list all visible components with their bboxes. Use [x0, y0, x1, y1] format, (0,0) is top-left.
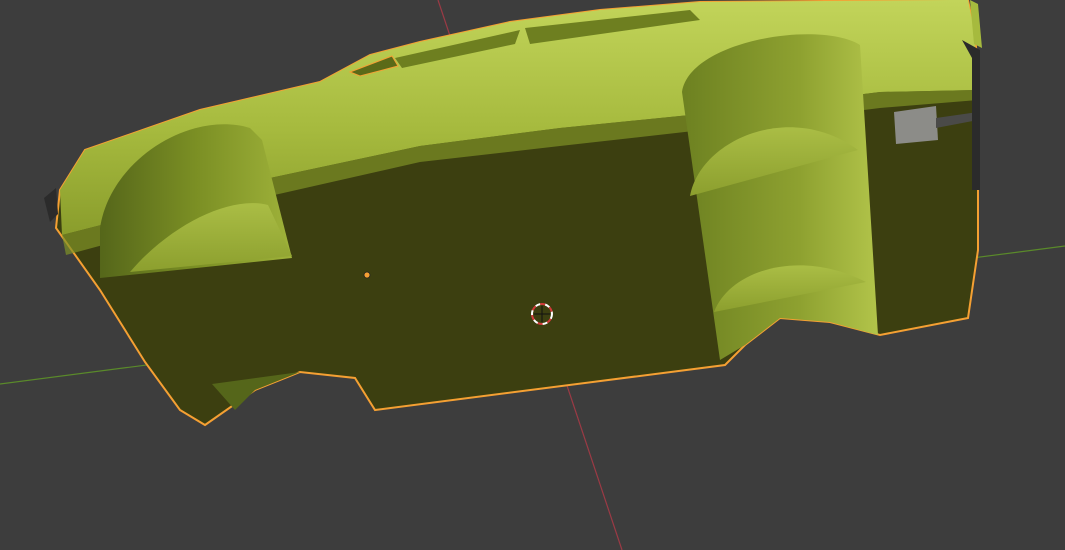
3d-viewport[interactable]	[0, 0, 1065, 550]
object-origin-dot	[363, 271, 371, 279]
3d-cursor[interactable]	[531, 303, 553, 325]
viewport-canvas[interactable]	[0, 0, 1065, 550]
tow-hook	[894, 106, 938, 144]
